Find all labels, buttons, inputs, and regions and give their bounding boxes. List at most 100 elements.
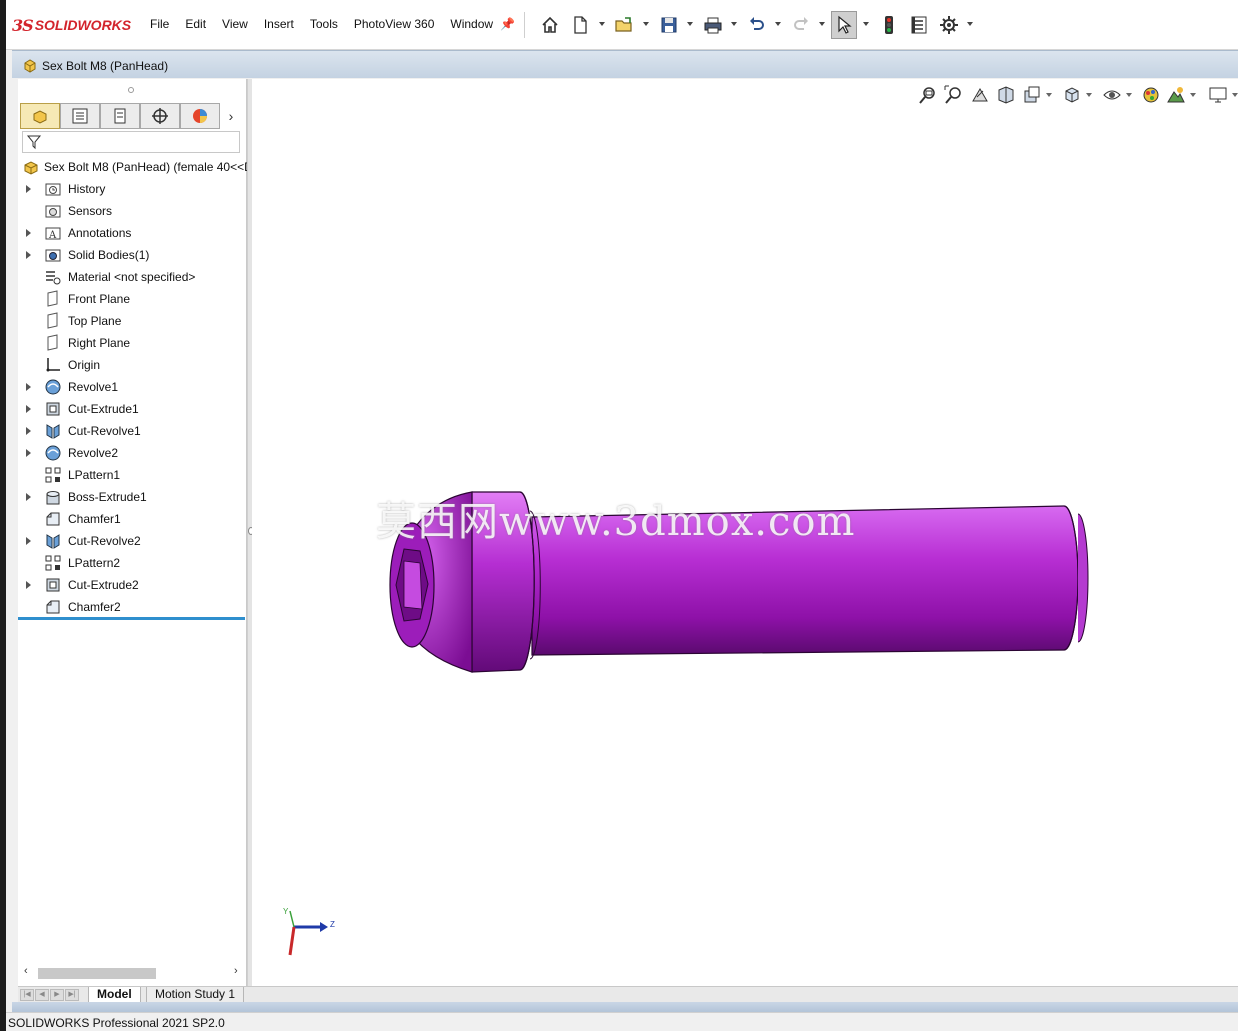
rollback-bar[interactable] xyxy=(18,617,245,620)
tree-item-label: Chamfer2 xyxy=(68,600,121,614)
tree-item[interactable]: Chamfer1 xyxy=(18,508,247,530)
tab-model[interactable]: Model xyxy=(88,987,141,1003)
redo-icon[interactable] xyxy=(789,13,813,37)
print-dropdown-icon[interactable] xyxy=(730,20,738,28)
select-dropdown-icon[interactable] xyxy=(862,20,870,28)
tree-item[interactable]: Revolve1 xyxy=(18,376,247,398)
tab-configurationmanager[interactable] xyxy=(100,103,140,129)
tree-item[interactable]: Boss-Extrude1 xyxy=(18,486,247,508)
expand-arrow-icon[interactable] xyxy=(26,405,31,413)
tree-item-label: Solid Bodies(1) xyxy=(68,248,150,262)
status-text: SOLIDWORKS Professional 2021 SP2.0 xyxy=(8,1016,225,1030)
select-cursor-icon[interactable] xyxy=(831,11,857,39)
open-dropdown-icon[interactable] xyxy=(642,20,650,28)
tree-item[interactable]: Material <not specified> xyxy=(18,266,247,288)
tab-propertymanager[interactable] xyxy=(60,103,100,129)
scroll-right-icon[interactable]: › xyxy=(234,965,238,977)
tab-dimxpertmanager[interactable] xyxy=(140,103,180,129)
part-icon xyxy=(24,59,36,73)
undo-dropdown-icon[interactable] xyxy=(774,20,782,28)
tree-item[interactable]: Revolve2 xyxy=(18,442,247,464)
expand-arrow-icon[interactable] xyxy=(26,427,31,435)
new-document-icon[interactable] xyxy=(568,13,592,37)
scroll-thumb[interactable] xyxy=(38,968,156,979)
tree-item-label: Cut-Revolve2 xyxy=(68,534,141,548)
panel-grip-icon[interactable] xyxy=(128,87,134,93)
tree-item[interactable]: Solid Bodies(1) xyxy=(18,244,247,266)
scroll-left-icon[interactable]: ‹ xyxy=(24,965,28,977)
menu-edit[interactable]: Edit xyxy=(185,17,206,31)
tree-item[interactable]: Sensors xyxy=(18,200,247,222)
tree-item[interactable]: A Annotations xyxy=(18,222,247,244)
expand-arrow-icon[interactable] xyxy=(26,537,31,545)
tree-item[interactable]: LPattern2 xyxy=(18,552,247,574)
tree-item[interactable]: History xyxy=(18,178,247,200)
tree-item[interactable]: Cut-Extrude2 xyxy=(18,574,247,596)
tree-item-label: Cut-Extrude1 xyxy=(68,402,139,416)
status-bar: SOLIDWORKS Professional 2021 SP2.0 xyxy=(6,1012,1238,1031)
options-dropdown-icon[interactable] xyxy=(966,20,974,28)
last-tab-icon[interactable]: ▶| xyxy=(65,989,79,1001)
tree-horizontal-scrollbar[interactable]: ‹ › xyxy=(20,965,244,981)
tree-item[interactable]: Front Plane xyxy=(18,288,247,310)
tab-displaymanager[interactable] xyxy=(180,103,220,129)
expand-arrow-icon[interactable] xyxy=(26,581,31,589)
reference-triad-icon: Y Z xyxy=(283,907,335,956)
plane-icon xyxy=(47,290,58,307)
tree-item[interactable]: LPattern1 xyxy=(18,464,247,486)
menu-insert[interactable]: Insert xyxy=(264,17,294,31)
cut-extrude-icon xyxy=(46,578,60,592)
expand-arrow-icon[interactable] xyxy=(26,185,31,193)
document-title: Sex Bolt M8 (PanHead) xyxy=(42,59,169,73)
menu-photoview[interactable]: PhotoView 360 xyxy=(354,17,435,31)
expand-arrow-icon[interactable] xyxy=(26,383,31,391)
tree-item[interactable]: Cut-Revolve1 xyxy=(18,420,247,442)
tree-item[interactable]: Origin xyxy=(18,354,247,376)
home-icon[interactable] xyxy=(538,13,562,37)
plane-icon xyxy=(47,334,58,351)
tree-item[interactable]: Chamfer2 xyxy=(18,596,247,618)
options-gear-icon[interactable] xyxy=(937,13,961,37)
origin-icon xyxy=(46,358,60,372)
tree-root-label: Sex Bolt M8 (PanHead) (female 40<<D xyxy=(44,160,247,174)
tab-motion-study[interactable]: Motion Study 1 xyxy=(146,987,245,1003)
solidworks-logo[interactable]: 3S SOLIDWORKS xyxy=(12,14,131,36)
tree-item-label: Cut-Revolve1 xyxy=(68,424,141,438)
tree-item-label: Annotations xyxy=(68,226,132,240)
save-dropdown-icon[interactable] xyxy=(686,20,694,28)
print-icon[interactable] xyxy=(701,13,725,37)
expand-arrow-icon[interactable] xyxy=(26,251,31,259)
linear-pattern-icon xyxy=(45,467,61,483)
redo-dropdown-icon[interactable] xyxy=(818,20,826,28)
prev-tab-icon[interactable]: ◀ xyxy=(35,989,49,1001)
open-folder-icon[interactable] xyxy=(612,13,636,37)
rebuild-traffic-light-icon[interactable] xyxy=(877,13,901,37)
more-tabs-chevron-icon[interactable]: › xyxy=(220,103,242,129)
menu-view[interactable]: View xyxy=(222,17,248,31)
tree-item[interactable]: Right Plane xyxy=(18,332,247,354)
file-properties-icon[interactable] xyxy=(907,13,931,37)
expand-arrow-icon[interactable] xyxy=(26,493,31,501)
watermark-text: 莫西网www.3dmox.com xyxy=(376,499,856,545)
new-dropdown-icon[interactable] xyxy=(598,20,606,28)
tree-item[interactable]: Cut-Revolve2 xyxy=(18,530,247,552)
tree-item-label: Material <not specified> xyxy=(68,270,196,284)
next-tab-icon[interactable]: ▶ xyxy=(50,989,64,1001)
menu-file[interactable]: File xyxy=(150,17,169,31)
first-tab-icon[interactable]: |◀ xyxy=(20,989,34,1001)
expand-arrow-icon[interactable] xyxy=(26,449,31,457)
bottom-tab-bar: |◀ ◀ ▶ ▶| Model Motion Study 1 xyxy=(18,986,1238,1003)
expand-arrow-icon[interactable] xyxy=(26,229,31,237)
pin-icon[interactable]: 📌 xyxy=(500,17,515,31)
undo-icon[interactable] xyxy=(745,13,769,37)
save-icon[interactable] xyxy=(657,13,681,37)
tree-filter-input[interactable] xyxy=(22,131,240,153)
solidworks-window: 3S SOLIDWORKS File Edit View Insert Tool… xyxy=(6,0,1238,1031)
graphics-viewport[interactable]: 莫西网www.3dmox.com Y Z xyxy=(252,79,1238,986)
menu-window[interactable]: Window xyxy=(450,17,493,31)
tree-item[interactable]: Top Plane xyxy=(18,310,247,332)
tree-root-part[interactable]: Sex Bolt M8 (PanHead) (female 40<<D xyxy=(18,156,247,178)
menu-tools[interactable]: Tools xyxy=(310,17,338,31)
tree-item[interactable]: Cut-Extrude1 xyxy=(18,398,247,420)
tab-featuremanager[interactable] xyxy=(20,103,60,129)
